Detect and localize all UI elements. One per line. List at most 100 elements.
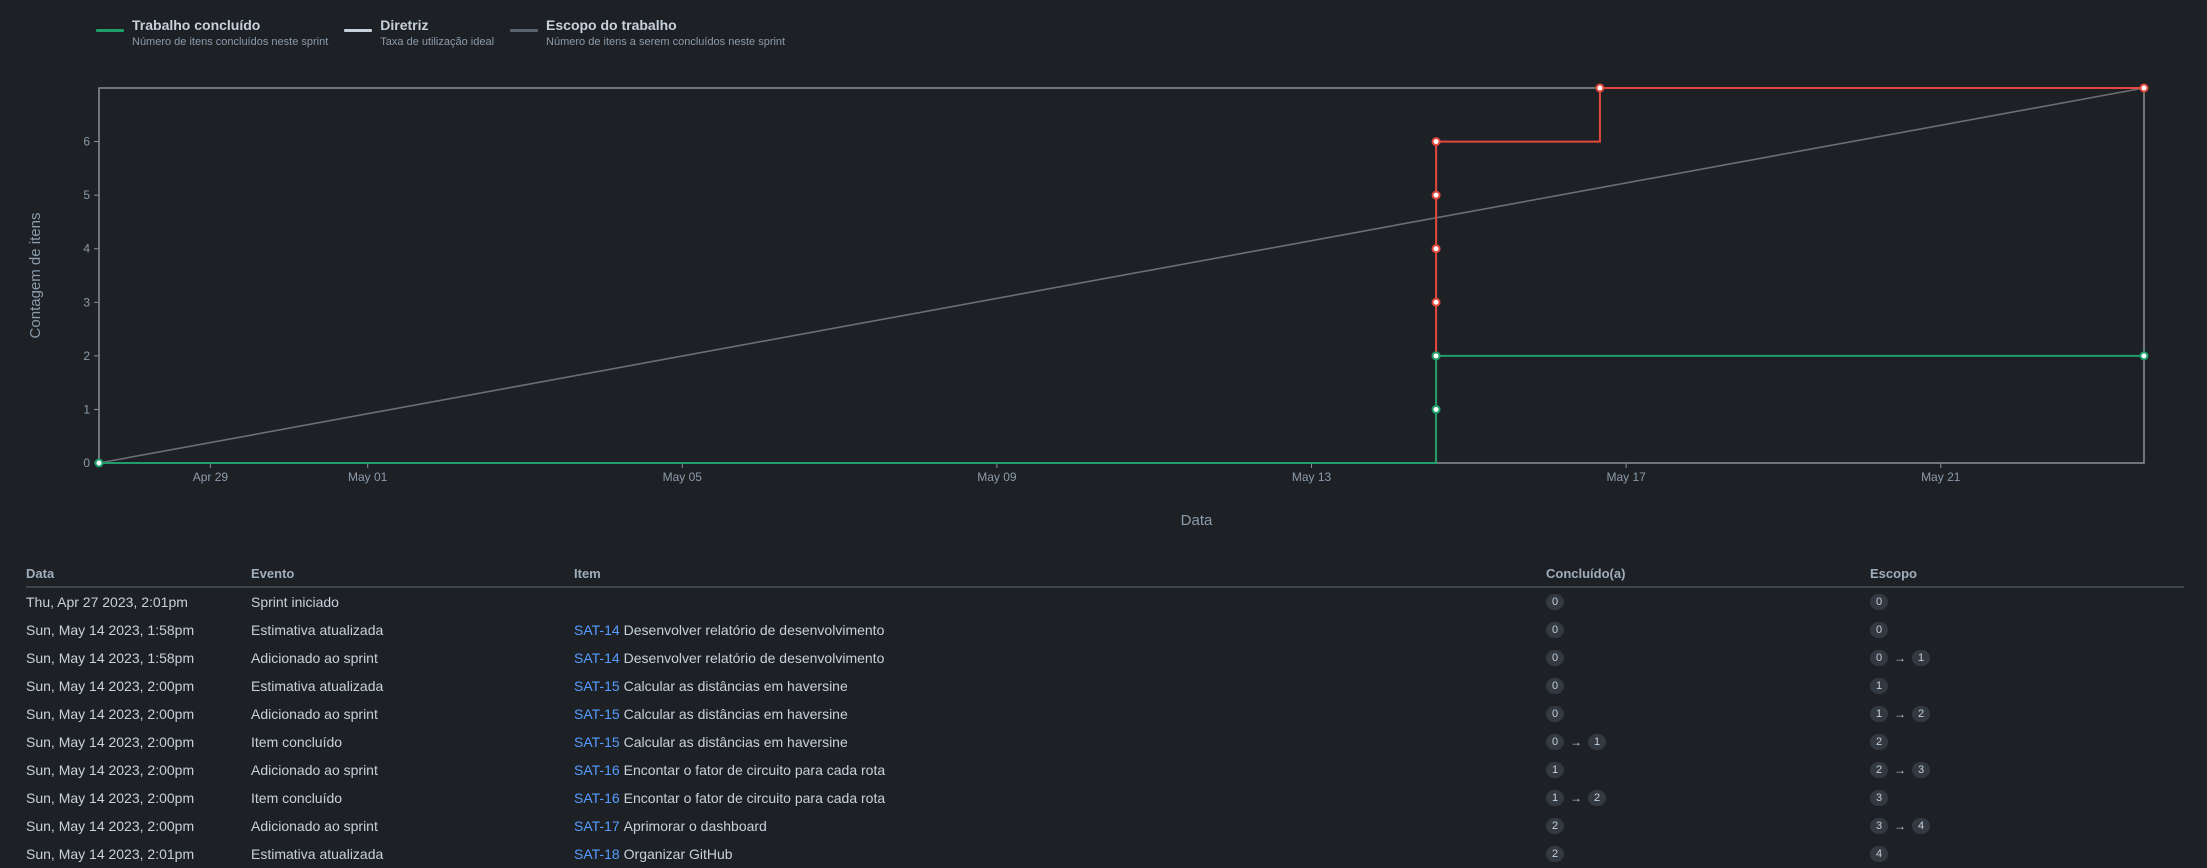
row-item: SAT-15 Calcular as distâncias em haversin…: [574, 734, 1546, 750]
legend-swatch: [510, 29, 539, 32]
table-row: Sun, May 14 2023, 2:00pm Adicionado ao sp…: [26, 812, 2184, 840]
y-tick-label: 2: [83, 349, 90, 363]
row-item: SAT-16 Encontar o fator de circuito para …: [574, 790, 1546, 806]
arrow-right-icon: →: [1570, 791, 1582, 805]
count-badge: 0: [1546, 734, 1564, 750]
burnup-chart: 0 1 2 3 4 5 6 Apr 29 May 01 May 05 May 09 May 13 May…: [27, 83, 2149, 529]
scope-point: [1431, 297, 1441, 307]
issue-key-link[interactable]: SAT-16: [574, 762, 620, 778]
arrow-right-icon: →: [1894, 763, 1906, 777]
count-badge: 1: [1870, 678, 1888, 694]
x-tick-label: May 13: [1292, 470, 1332, 484]
arrow-right-icon: →: [1894, 707, 1906, 721]
row-done: 2: [1546, 818, 1870, 834]
count-badge: 2: [1546, 818, 1564, 834]
x-tick-label: May 01: [348, 470, 388, 484]
y-tick-label: 0: [83, 456, 90, 470]
row-date: Sun, May 14 2023, 1:58pm: [26, 650, 195, 666]
legend-subtitle: Número de itens a serem concluídos neste…: [546, 36, 786, 48]
origin-point: [94, 458, 104, 468]
legend-subtitle: Taxa de utilização ideal: [380, 36, 495, 48]
y-tick-label: 6: [83, 135, 90, 149]
x-tick-label: May 05: [663, 470, 703, 484]
count-badge: 3: [1912, 762, 1930, 778]
scope-point: [1431, 244, 1441, 254]
series-line-guideline: [98, 87, 2145, 464]
legend-item[interactable]: Trabalho concluído Número de itens conclu…: [96, 16, 328, 50]
row-event: Adicionado ao sprint: [251, 706, 378, 722]
row-scope: 4: [1870, 846, 2184, 862]
issue-key-link[interactable]: SAT-14: [574, 622, 620, 638]
legend-swatch: [344, 29, 373, 32]
row-date: Sun, May 14 2023, 2:01pm: [26, 846, 195, 862]
row-event: Adicionado ao sprint: [251, 650, 378, 666]
row-scope: 3: [1870, 790, 2184, 806]
row-item: SAT-16 Encontar o fator de circuito para …: [574, 762, 1546, 778]
sprint-events-table: Data Evento Item Concluído(a) Escopo Thu…: [26, 560, 2184, 868]
issue-key-link[interactable]: SAT-17: [574, 818, 620, 834]
row-scope: 0: [1870, 594, 2184, 610]
completed-point: [2139, 351, 2149, 361]
count-badge: 0: [1546, 650, 1564, 666]
row-scope: 1: [1870, 678, 2184, 694]
row-item: SAT-18 Organizar GitHub: [574, 846, 1546, 862]
row-done: 1 → 2: [1546, 790, 1870, 806]
table-row: Sun, May 14 2023, 2:00pm Adicionado ao sp…: [26, 700, 2184, 728]
count-badge: 1: [1546, 762, 1564, 778]
x-tick-label: May 17: [1606, 470, 1646, 484]
count-badge: 4: [1870, 846, 1888, 862]
issue-summary: Encontar o fator de circuito para cada r…: [623, 790, 886, 806]
count-badge: 4: [1912, 818, 1930, 834]
row-event: Estimativa atualizada: [251, 678, 384, 694]
table-header: Data Evento Item Concluído(a) Escopo: [26, 560, 2184, 588]
issue-summary: Organizar GitHub: [623, 846, 733, 862]
count-badge: 1: [1546, 790, 1564, 806]
count-badge: 0: [1870, 622, 1888, 638]
row-date: Sun, May 14 2023, 2:00pm: [26, 734, 195, 750]
legend-item[interactable]: Diretriz Taxa de utilização ideal: [344, 16, 494, 50]
count-badge: 0: [1546, 706, 1564, 722]
issue-summary: Desenvolver relatório de desenvolvimento: [623, 650, 885, 666]
issue-key-link[interactable]: SAT-16: [574, 790, 620, 806]
legend-title: Trabalho concluído: [132, 17, 261, 33]
row-done: 0: [1546, 650, 1870, 666]
issue-key-link[interactable]: SAT-18: [574, 846, 620, 862]
count-badge: 0: [1870, 594, 1888, 610]
row-item: SAT-15 Calcular as distâncias em haversin…: [574, 678, 1546, 694]
series-line-completed: [99, 354, 2144, 464]
issue-summary: Desenvolver relatório de desenvolvimento: [623, 622, 885, 638]
issue-key-link[interactable]: SAT-15: [574, 734, 620, 750]
x-axis-label: Data: [1181, 512, 1213, 529]
row-event: Adicionado ao sprint: [251, 762, 378, 778]
legend-subtitle: Número de itens concluídos neste sprint: [132, 36, 329, 48]
row-scope: 2: [1870, 734, 2184, 750]
row-done: 2: [1546, 846, 1870, 862]
count-badge: 1: [1588, 734, 1606, 750]
count-badge: 0: [1546, 622, 1564, 638]
y-tick-label: 3: [83, 295, 90, 309]
row-date: Sun, May 14 2023, 2:00pm: [26, 678, 195, 694]
x-tick-label: May 21: [1921, 470, 1961, 484]
scope-point: [1595, 83, 1605, 93]
row-date: Thu, Apr 27 2023, 2:01pm: [26, 594, 188, 610]
table-row: Thu, Apr 27 2023, 2:01pm Sprint iniciado 0…: [26, 588, 2184, 616]
row-done: 1: [1546, 762, 1870, 778]
issue-key-link[interactable]: SAT-15: [574, 706, 620, 722]
row-date: Sun, May 14 2023, 2:00pm: [26, 818, 195, 834]
scope-point: [1431, 190, 1441, 200]
issue-key-link[interactable]: SAT-14: [574, 650, 620, 666]
table-row: Sun, May 14 2023, 1:58pm Adicionado ao sp…: [26, 644, 2184, 672]
row-event: Sprint iniciado: [251, 594, 339, 610]
arrow-right-icon: →: [1894, 651, 1906, 665]
header-done: Concluído(a): [1546, 565, 1626, 581]
header-scope: Escopo: [1870, 565, 1917, 581]
legend-item[interactable]: Escopo do trabalho Número de itens a sere…: [510, 16, 785, 50]
y-tick-label: 1: [83, 402, 90, 416]
row-event: Adicionado ao sprint: [251, 818, 378, 834]
table-body: Thu, Apr 27 2023, 2:01pm Sprint iniciado 0…: [26, 588, 2184, 868]
count-badge: 1: [1870, 706, 1888, 722]
y-tick-label: 4: [83, 242, 90, 256]
y-tick-label: 5: [83, 188, 90, 202]
issue-key-link[interactable]: SAT-15: [574, 678, 620, 694]
table-row: Sun, May 14 2023, 2:01pm Estimativa atual…: [26, 840, 2184, 868]
